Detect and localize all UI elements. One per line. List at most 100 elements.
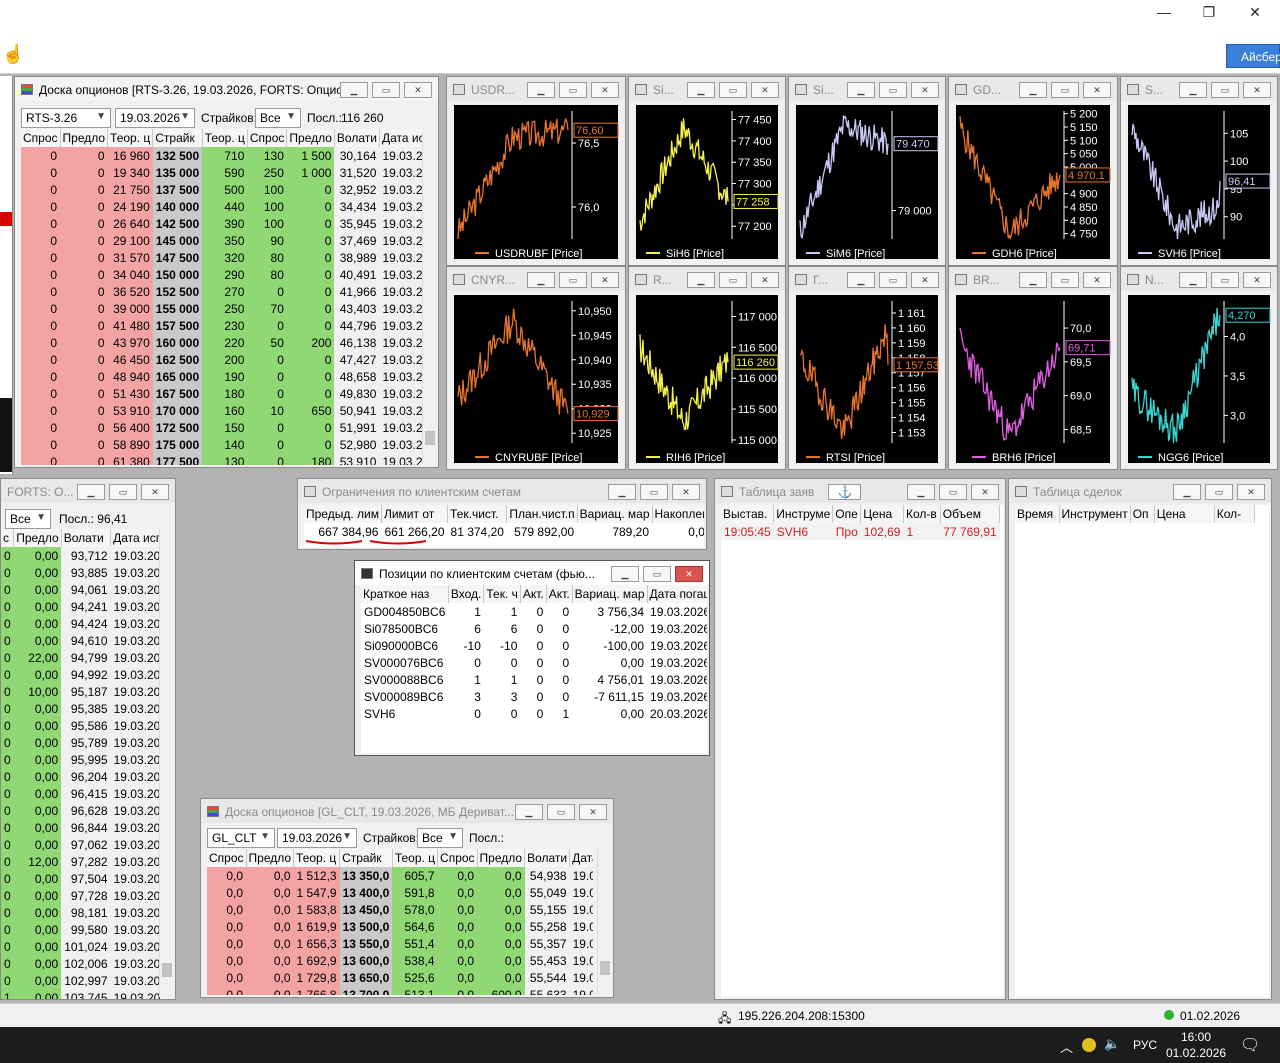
column-header[interactable]: Лимит от — [381, 505, 449, 523]
close-icon[interactable]: ✕ — [1243, 4, 1267, 21]
table-row[interactable]: 00,00101,024 19.03.2026 — [1, 938, 161, 955]
date-select[interactable]: 19.03.2026 ▼ — [277, 828, 357, 848]
chart-plot[interactable]: 117 000 116 500 116 000 115 500 115 000 116 2… — [636, 295, 779, 464]
table-row[interactable]: 0048 940165 0001900048,65819.03.2026 — [21, 368, 423, 385]
column-header[interactable]: Дата испо — [110, 529, 161, 547]
minimize-button[interactable]: ▁ — [687, 272, 715, 288]
column-header[interactable]: Дата и — [569, 849, 593, 867]
minimize-button[interactable]: ▁ — [847, 272, 875, 288]
table-row[interactable]: 0041 480157 5002300044,79619.03.2026 — [21, 317, 423, 334]
maximize-button[interactable]: ▭ — [559, 82, 587, 98]
column-header[interactable]: Накоплен. — [652, 505, 704, 523]
maximize-button[interactable]: ▭ — [1211, 272, 1239, 288]
table-row[interactable]: 022,00 94,799 19.03.2026 — [1, 649, 161, 666]
close-button[interactable]: ✕ — [1083, 82, 1111, 98]
table-row[interactable]: SVH6 0 0 0 1 0,00 20.03.2026 — [361, 705, 707, 722]
table-row[interactable]: 00,00 97,062 19.03.2026 — [1, 836, 161, 853]
table-row[interactable]: 00,00102,006 19.03.2026 — [1, 955, 161, 972]
minimize-button[interactable]: ▁ — [77, 484, 105, 500]
table-row[interactable]: 0,0 0,0 1 692,9 13 600,0 538,4 0,0 0,0 55,453 19… — [207, 952, 593, 969]
table-row[interactable]: 0,0 0,0 1 583,8 13 450,0 578,0 0,0 0,0 55,155 19… — [207, 901, 593, 918]
strikes-select[interactable]: Все ▼ — [417, 828, 463, 848]
table-row[interactable]: 00,00 96,628 19.03.2026 — [1, 802, 161, 819]
minimize-icon[interactable]: — — [1152, 4, 1176, 20]
column-header[interactable]: Предло — [477, 849, 526, 867]
maximize-button[interactable]: ▭ — [1051, 82, 1079, 98]
strikes-select[interactable]: Все ▼ — [255, 108, 301, 128]
table-row[interactable]: 00,00 94,610 19.03.2026 — [1, 632, 161, 649]
column-header[interactable]: Кол-в — [903, 505, 941, 523]
minimize-button[interactable]: ▁ — [1179, 272, 1207, 288]
column-header[interactable]: Вариац. мар — [572, 585, 648, 603]
table-row[interactable]: 0046 450162 5002000047,42719.03.2026 — [21, 351, 423, 368]
minimize-button[interactable]: ▁ — [847, 82, 875, 98]
close-button[interactable]: ✕ — [591, 272, 619, 288]
column-header[interactable]: Предло — [246, 849, 295, 867]
minimize-button[interactable]: ▁ — [1173, 484, 1201, 500]
column-header[interactable]: Предыд. лим — [304, 505, 382, 523]
hand-icon[interactable]: ☝ — [2, 44, 24, 65]
table-row[interactable]: 00,00 95,789 19.03.2026 — [1, 734, 161, 751]
tray-app-icon[interactable] — [1082, 1038, 1096, 1052]
column-header[interactable]: Тек. ч — [483, 585, 521, 603]
column-header[interactable]: Теор. ц — [202, 129, 248, 147]
table-row[interactable]: SV000089BC6 3 3 0 0 -7 611,15 19.03.2026 — [361, 688, 707, 705]
column-header[interactable]: Выстав. — [721, 505, 775, 523]
table-row[interactable]: 10,00103,745 19.03.2026 — [1, 989, 161, 999]
minimize-button[interactable]: ▁ — [687, 82, 715, 98]
close-button[interactable]: ✕ — [1243, 82, 1271, 98]
chart-plot[interactable]: 70,0 69,5 69,0 68,5 69,71 BRH6 [Price] — [956, 295, 1111, 464]
table-row[interactable]: 00,00 95,586 19.03.2026 — [1, 717, 161, 734]
maximize-button[interactable]: ▭ — [547, 804, 575, 820]
column-header[interactable]: План.чист.п — [506, 505, 578, 523]
language-indicator[interactable]: РУС — [1133, 1038, 1157, 1052]
close-button[interactable]: ✕ — [1237, 484, 1265, 500]
column-header[interactable]: Теор. ц — [107, 129, 154, 147]
column-header[interactable]: Волати — [334, 129, 380, 147]
table-row[interactable]: 0,0 0,0 1 729,8 13 650,0 525,6 0,0 0,0 55,544 19… — [207, 969, 593, 986]
restore-icon[interactable]: ❐ — [1197, 4, 1221, 21]
column-header[interactable]: Акт. — [520, 585, 547, 603]
minimize-button[interactable]: ▁ — [1019, 82, 1047, 98]
maximize-button[interactable]: ▭ — [1205, 484, 1233, 500]
maximize-button[interactable]: ▭ — [640, 484, 668, 500]
table-row[interactable]: 0039 000155 00025070043,40319.03.2026 — [21, 300, 423, 317]
table-row[interactable]: 0019 340135 0005902501 00031,52019.03.20… — [21, 164, 423, 181]
table-row[interactable]: 0051 430167 5001800049,83019.03.2026 — [21, 385, 423, 402]
minimize-button[interactable]: ▁ — [340, 82, 368, 98]
table-row[interactable]: 00,00 96,415 19.03.2026 — [1, 785, 161, 802]
table-row[interactable]: 00,00 97,728 19.03.2026 — [1, 887, 161, 904]
close-button[interactable]: ✕ — [591, 82, 619, 98]
table-row[interactable]: 0024 190140 000440100034,43419.03.2026 — [21, 198, 423, 215]
column-header[interactable]: Оп — [1130, 505, 1155, 523]
maximize-button[interactable]: ▭ — [109, 484, 137, 500]
strikes-select[interactable]: Все ▼ — [5, 509, 51, 529]
table-row[interactable]: 0029 100145 00035090037,46919.03.2026 — [21, 232, 423, 249]
vertical-scrollbar[interactable] — [597, 849, 611, 995]
column-header[interactable]: Объем — [940, 505, 1001, 523]
column-header[interactable]: Дата испо — [379, 129, 423, 147]
column-header[interactable]: Теор. ц — [293, 849, 341, 867]
maximize-button[interactable]: ▭ — [643, 566, 671, 582]
table-row[interactable]: 0036 520152 5002700041,96619.03.2026 — [21, 283, 423, 300]
close-button[interactable]: ✕ — [911, 82, 939, 98]
instrument-select[interactable]: GL_CLT ▼ — [207, 828, 275, 848]
notifications-icon[interactable]: 🗨 — [1240, 1035, 1260, 1055]
table-row[interactable]: 0,0 0,0 1 512,3 13 350,0 605,7 0,0 0,0 54,938 19… — [207, 867, 593, 884]
close-button[interactable]: ✕ — [404, 82, 432, 98]
maximize-button[interactable]: ▭ — [939, 484, 967, 500]
maximize-button[interactable]: ▭ — [719, 82, 747, 98]
table-row[interactable]: 00,00 98,181 19.03.2026 — [1, 904, 161, 921]
scroll-thumb[interactable] — [425, 431, 435, 445]
column-header[interactable]: Краткое наз — [361, 585, 449, 603]
column-header[interactable]: Вход. — [448, 585, 485, 603]
table-row[interactable]: 0021 750137 500500100032,95219.03.2026 — [21, 181, 423, 198]
close-button[interactable]: ✕ — [1243, 272, 1271, 288]
column-header[interactable]: Тек.чист. — [447, 505, 508, 523]
minimize-button[interactable]: ▁ — [611, 566, 639, 582]
chart-plot[interactable]: 10,95010,94510,94010,93510,93010,92510,9… — [454, 295, 619, 464]
table-row[interactable]: 00,00 97,504 19.03.2026 — [1, 870, 161, 887]
chevron-up-icon[interactable]: ︿ — [1060, 1037, 1073, 1056]
table-row[interactable]: 0053 910170 0001601065050,94119.03.2026 — [21, 402, 423, 419]
table-row[interactable]: 0016 960132 5007101301 50030,16419.03.20… — [21, 147, 423, 164]
